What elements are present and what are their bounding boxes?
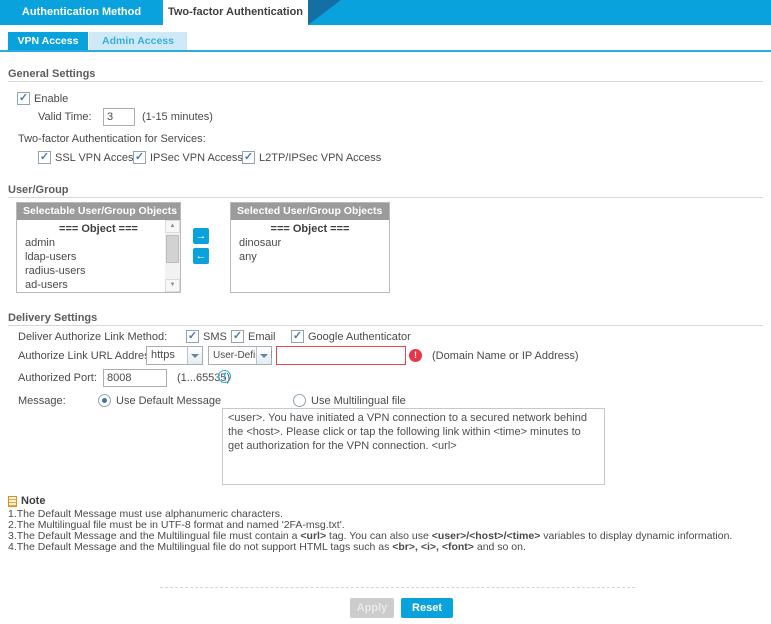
protocol-select[interactable]: https <box>146 346 203 365</box>
selected-list-items: dinosaurany <box>231 236 389 264</box>
selected-list-body: === Object === dinosaurany <box>231 220 389 292</box>
chevron-down-icon <box>256 347 271 364</box>
ipsec-vpn-access-checkbox[interactable]: ✓ IPSec VPN Access <box>133 151 243 164</box>
valid-time-label: Valid Time: <box>38 111 92 123</box>
valid-time-hint: (1-15 minutes) <box>142 111 213 123</box>
email-checkbox[interactable]: ✓ Email <box>231 330 276 343</box>
tab-fold-decoration <box>308 0 341 25</box>
checkmark-icon: ✓ <box>17 92 30 105</box>
radio-icon <box>98 394 111 407</box>
subtab-admin-access[interactable]: Admin Access <box>89 32 187 50</box>
message-label: Message: <box>18 395 66 407</box>
l2tp-vpn-access-label: L2TP/IPSec VPN Access <box>259 152 381 164</box>
move-left-button[interactable]: ← <box>193 248 209 264</box>
use-default-message-radio[interactable]: Use Default Message <box>98 394 221 407</box>
url-address-hint: (Domain Name or IP Address) <box>432 350 579 362</box>
ssl-vpn-access-checkbox[interactable]: ✓ SSL VPN Access <box>38 151 139 164</box>
authorize-link-url-label: Authorize Link URL Address <box>18 350 155 362</box>
list-item[interactable]: ad-users <box>17 278 180 292</box>
scrollbar[interactable]: ▲ ▼ <box>165 220 180 292</box>
list-item[interactable]: any <box>231 250 389 264</box>
checkmark-icon: ✓ <box>186 330 199 343</box>
delivery-settings-title: Delivery Settings <box>8 312 97 324</box>
message-textarea[interactable]: <user>. You have initiated a VPN connect… <box>222 408 605 485</box>
object-group-label: === Object === <box>17 222 180 236</box>
sms-checkbox[interactable]: ✓ SMS <box>186 330 227 343</box>
info-icon[interactable]: i <box>218 370 231 383</box>
use-multilingual-file-label: Use Multilingual file <box>311 395 406 407</box>
checkmark-icon: ✓ <box>38 151 51 164</box>
ssl-vpn-access-label: SSL VPN Access <box>55 152 139 164</box>
two-factor-authentication-page: Authentication Method Two-factor Authent… <box>0 0 771 624</box>
top-tab-bar: Authentication Method Two-factor Authent… <box>0 0 771 25</box>
url-address-input[interactable] <box>276 346 406 365</box>
object-group-label: === Object === <box>231 222 389 236</box>
scroll-up-icon[interactable]: ▲ <box>165 220 180 233</box>
subtab-vpn-access[interactable]: VPN Access <box>8 32 88 50</box>
enable-checkbox[interactable]: ✓ Enable <box>17 92 68 105</box>
l2tp-vpn-access-checkbox[interactable]: ✓ L2TP/IPSec VPN Access <box>242 151 381 164</box>
scroll-down-icon[interactable]: ▼ <box>165 279 180 292</box>
note-icon <box>8 496 17 507</box>
protocol-select-value: https <box>151 347 175 364</box>
enable-label: Enable <box>34 93 68 105</box>
chevron-down-icon <box>187 347 202 364</box>
valid-time-input[interactable] <box>103 108 135 126</box>
selectable-list-items: adminldap-usersradius-usersad-usersua-us… <box>17 236 180 292</box>
error-icon: ! <box>409 349 422 362</box>
list-item[interactable]: ldap-users <box>17 250 180 264</box>
selected-user-group-list[interactable]: Selected User/Group Objects === Object =… <box>230 202 390 293</box>
checkmark-icon: ✓ <box>231 330 244 343</box>
section-divider <box>8 81 763 82</box>
selectable-list-header: Selectable User/Group Objects <box>17 203 180 220</box>
google-authenticator-checkbox[interactable]: ✓ Google Authenticator <box>291 330 411 343</box>
authorized-port-label: Authorized Port: <box>18 372 97 384</box>
ipsec-vpn-access-label: IPSec VPN Access <box>150 152 243 164</box>
selectable-list-body: === Object === adminldap-usersradius-use… <box>17 220 180 292</box>
selected-list-header: Selected User/Group Objects <box>231 203 389 220</box>
use-multilingual-file-radio[interactable]: Use Multilingual file <box>293 394 406 407</box>
sub-tab-bar: VPN Access Admin Access <box>0 25 771 52</box>
reset-button[interactable]: Reset <box>401 598 453 618</box>
section-divider <box>8 325 763 326</box>
note-title: Note <box>21 495 45 507</box>
move-right-button[interactable]: → <box>193 228 209 244</box>
deliver-method-label: Deliver Authorize Link Method: <box>18 331 167 343</box>
google-authenticator-label: Google Authenticator <box>308 331 411 343</box>
services-label: Two-factor Authentication for Services: <box>18 133 206 145</box>
checkmark-icon: ✓ <box>133 151 146 164</box>
section-divider <box>8 197 763 198</box>
apply-button[interactable]: Apply <box>350 598 394 618</box>
list-item[interactable]: dinosaur <box>231 236 389 250</box>
radio-icon <box>293 394 306 407</box>
checkmark-icon: ✓ <box>242 151 255 164</box>
address-type-select[interactable]: User-Defined <box>208 346 272 365</box>
sms-label: SMS <box>203 331 227 343</box>
scrollbar-thumb[interactable] <box>166 235 179 263</box>
list-item[interactable]: radius-users <box>17 264 180 278</box>
email-label: Email <box>248 331 276 343</box>
note-line-4: 4.The Default Message and the Multilingu… <box>8 541 771 553</box>
general-settings-title: General Settings <box>8 68 95 80</box>
user-group-title: User/Group <box>8 184 69 196</box>
tab-two-factor-authentication[interactable]: Two-factor Authentication <box>163 0 308 25</box>
tab-authentication-method[interactable]: Authentication Method <box>0 0 163 25</box>
footer-divider <box>160 587 635 588</box>
selectable-user-group-list[interactable]: Selectable User/Group Objects === Object… <box>16 202 181 293</box>
checkmark-icon: ✓ <box>291 330 304 343</box>
use-default-message-label: Use Default Message <box>116 395 221 407</box>
list-item[interactable]: admin <box>17 236 180 250</box>
subtab-underline <box>0 50 771 52</box>
authorized-port-input[interactable] <box>103 369 167 387</box>
